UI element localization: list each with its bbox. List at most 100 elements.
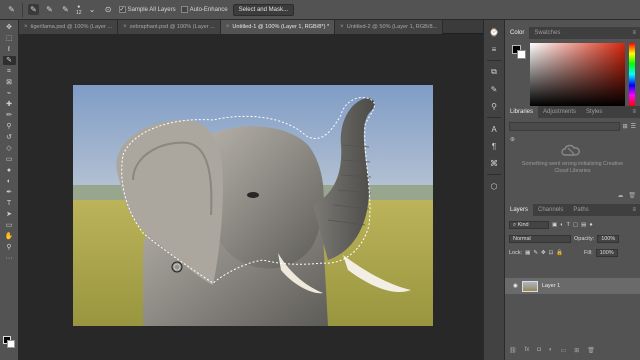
- tab-paths[interactable]: Paths: [568, 204, 593, 216]
- zoom-icon[interactable]: ⚲: [3, 243, 16, 252]
- tab-untitled-2[interactable]: × Untitled-2 @ 50% (Layer 1, RGB/8...: [335, 20, 444, 34]
- move-icon[interactable]: ✥: [3, 23, 16, 32]
- add-content-icon[interactable]: ⊕: [510, 136, 515, 143]
- tab-swatches[interactable]: Swatches: [529, 27, 565, 39]
- lasso-icon[interactable]: ℓ: [3, 45, 16, 54]
- layers-panel: Layers Channels Paths ≡ ⌕ Kind ▣ ◐ T ▢ ▤…: [505, 204, 640, 360]
- tab-label: tigerllama.psd @ 100% (Layer ...: [30, 24, 113, 30]
- healing-icon[interactable]: ✚: [3, 100, 16, 109]
- eyedropper-icon[interactable]: ⌁: [3, 89, 16, 98]
- tab-layers[interactable]: Layers: [505, 204, 534, 216]
- sample-all-layers-checkbox[interactable]: ✓ Sample All Layers: [118, 6, 176, 13]
- quick-select-icon[interactable]: ✎: [2, 56, 16, 65]
- library-dropdown[interactable]: [509, 122, 620, 131]
- brush-settings-icon[interactable]: ⌄: [87, 4, 98, 15]
- tab-tigerllama[interactable]: × tigerllama.psd @ 100% (Layer ...: [19, 20, 119, 34]
- dodge-icon[interactable]: ◐: [3, 177, 16, 186]
- fx-icon[interactable]: fx: [525, 347, 530, 354]
- lock-artboard-icon[interactable]: ⊡: [549, 250, 554, 256]
- pixel-filter-icon[interactable]: ▣: [552, 222, 557, 228]
- 3d-icon[interactable]: ⬡: [488, 180, 500, 192]
- clone-stamp-icon[interactable]: ⚲: [3, 122, 16, 131]
- quick-select-tool-icon[interactable]: ✎: [6, 4, 17, 15]
- auto-enhance-checkbox[interactable]: Auto-Enhance: [180, 6, 228, 13]
- layer-row[interactable]: ◉ Layer 1: [505, 278, 640, 294]
- hue-slider[interactable]: [629, 43, 635, 106]
- tab-zebraphant[interactable]: × zebraphant.psd @ 100% (Layer ...: [118, 20, 221, 34]
- list-view-icon[interactable]: ☰: [631, 123, 636, 130]
- filter-kind-dropdown[interactable]: ⌕ Kind: [509, 221, 549, 229]
- fill-input[interactable]: 100%: [595, 249, 618, 257]
- link-icon[interactable]: ⛓: [509, 347, 517, 354]
- character-icon[interactable]: A: [488, 123, 500, 135]
- new-selection-icon[interactable]: ✎: [28, 4, 39, 15]
- clone-source-icon[interactable]: ⚲: [488, 100, 500, 112]
- canvas-area[interactable]: [19, 35, 483, 360]
- history-icon[interactable]: ⌚: [488, 26, 500, 38]
- eraser-icon[interactable]: ◇: [3, 144, 16, 153]
- lock-pixels-icon[interactable]: ▦: [525, 250, 530, 256]
- folder-icon[interactable]: ▭: [561, 347, 567, 354]
- path-select-icon[interactable]: ➤: [3, 210, 16, 219]
- type-icon[interactable]: T: [3, 199, 16, 208]
- brush-size-picker[interactable]: ● 12: [76, 4, 82, 16]
- subtract-from-selection-icon[interactable]: ✎: [60, 4, 71, 15]
- blend-mode-dropdown[interactable]: Normal: [509, 235, 571, 243]
- mask-icon[interactable]: ◘: [537, 347, 541, 354]
- close-icon[interactable]: ×: [340, 24, 344, 30]
- background-swatch[interactable]: [517, 50, 526, 59]
- hand-icon[interactable]: ✋: [3, 232, 16, 241]
- tab-adjustments[interactable]: Adjustments: [538, 106, 581, 118]
- background-color-swatch[interactable]: [7, 340, 15, 348]
- adjustment-filter-icon[interactable]: ◐: [560, 222, 563, 228]
- color-picker-field[interactable]: [530, 43, 625, 106]
- trash-icon[interactable]: 🗑: [587, 347, 595, 354]
- more-tools-icon[interactable]: ···: [3, 254, 16, 263]
- lock-position-icon[interactable]: ✥: [541, 250, 546, 256]
- tab-styles[interactable]: Styles: [581, 106, 607, 118]
- grid-view-icon[interactable]: ⊞: [623, 123, 628, 130]
- trash-icon[interactable]: 🗑: [628, 192, 636, 199]
- document-image[interactable]: [73, 85, 433, 326]
- tab-channels[interactable]: Channels: [533, 204, 568, 216]
- shape-icon[interactable]: ▭: [3, 221, 16, 230]
- tab-color[interactable]: Color: [505, 27, 530, 39]
- pressure-size-icon[interactable]: ⊙: [103, 4, 114, 15]
- select-and-mask-button[interactable]: Select and Mask...: [232, 3, 294, 16]
- paragraph-icon[interactable]: ¶: [488, 140, 500, 152]
- crop-icon[interactable]: ⌗: [3, 67, 16, 76]
- smart-object-filter-icon[interactable]: ▤: [581, 222, 586, 228]
- lock-paint-icon[interactable]: ✎: [533, 250, 538, 256]
- close-icon[interactable]: ×: [226, 24, 230, 30]
- add-to-selection-icon[interactable]: ✎: [44, 4, 55, 15]
- opacity-input[interactable]: 100%: [597, 235, 620, 243]
- opacity-label: Opacity:: [574, 236, 595, 242]
- visibility-eye-icon[interactable]: ◉: [513, 283, 518, 289]
- close-icon[interactable]: ×: [123, 24, 127, 30]
- cloud-sync-icon[interactable]: ☁: [617, 192, 623, 199]
- type-filter-icon[interactable]: T: [567, 222, 570, 228]
- filter-toggle-icon[interactable]: ●: [589, 222, 592, 228]
- glyphs-icon[interactable]: ⌘: [488, 157, 500, 169]
- shape-filter-icon[interactable]: ▢: [573, 222, 578, 228]
- tab-libraries[interactable]: Libraries: [505, 106, 539, 118]
- new-layer-icon[interactable]: ⊞: [574, 347, 579, 354]
- lock-all-icon[interactable]: 🔒: [556, 250, 563, 256]
- gradient-icon[interactable]: ▭: [3, 155, 16, 164]
- tab-untitled-1[interactable]: × Untitled-1 @ 100% (Layer 1, RGB/8*) *: [220, 20, 336, 34]
- brush-settings-panel-icon[interactable]: ✎: [488, 83, 500, 95]
- panel-menu-icon[interactable]: ≡: [632, 27, 640, 39]
- adjustment-icon[interactable]: ◐: [549, 347, 553, 354]
- panel-menu-icon[interactable]: ≡: [632, 106, 640, 118]
- layer-name[interactable]: Layer 1: [542, 283, 560, 289]
- marquee-icon[interactable]: ⬚: [3, 34, 16, 43]
- properties-icon[interactable]: ≡: [488, 43, 500, 55]
- blur-icon[interactable]: ●: [3, 166, 16, 175]
- panel-menu-icon[interactable]: ≡: [632, 204, 640, 216]
- frame-icon[interactable]: ⊠: [3, 78, 16, 87]
- brush-icon[interactable]: ✏: [3, 111, 16, 120]
- pen-icon[interactable]: ✒: [3, 188, 16, 197]
- close-icon[interactable]: ×: [24, 24, 28, 30]
- history-brush-icon[interactable]: ↺: [3, 133, 16, 142]
- layer-comps-icon[interactable]: ⧉: [488, 66, 500, 78]
